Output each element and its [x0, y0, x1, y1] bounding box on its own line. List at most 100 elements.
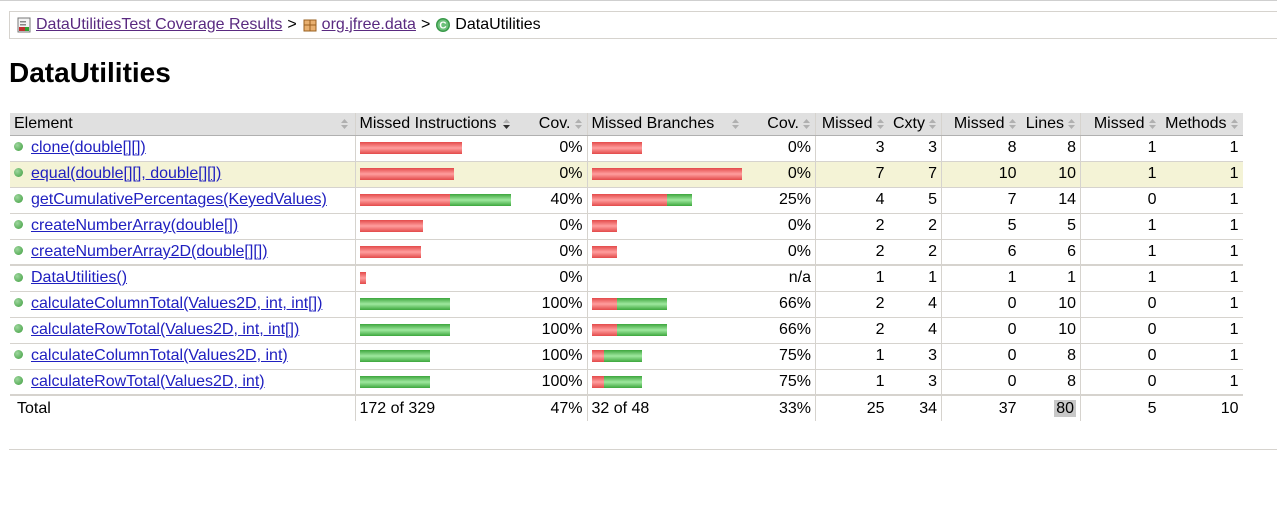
- lines: 14: [1020, 187, 1081, 214]
- instructions-coverage: 0%: [517, 265, 587, 292]
- missed-bar: [591, 298, 617, 310]
- missed-instructions-cell: [354, 291, 517, 318]
- missed-bar: [591, 194, 667, 206]
- header-missed-lines[interactable]: Missed: [941, 113, 1021, 136]
- complexity: 7: [888, 161, 942, 188]
- total-missed-lines: 37: [941, 394, 1021, 421]
- missed-branches-cell: [586, 369, 746, 396]
- instructions-coverage: 0%: [517, 135, 587, 162]
- branches-bar: [591, 245, 742, 258]
- method-link[interactable]: DataUtilities(): [31, 269, 127, 286]
- missed-complexity: 3: [815, 135, 889, 162]
- missed-complexity: 2: [815, 291, 889, 318]
- lines: 10: [1020, 291, 1081, 318]
- header-element[interactable]: Element: [10, 113, 355, 136]
- instructions-coverage: 0%: [517, 239, 587, 266]
- lines: 10: [1020, 317, 1081, 344]
- missed-methods: 1: [1080, 239, 1161, 266]
- missed-instructions-cell: [354, 239, 517, 266]
- lines: 8: [1020, 343, 1081, 370]
- table-total-row: Total 172 of 329 47% 32 of 48 33% 25 34 …: [10, 394, 1243, 421]
- total-instructions: 172 of 329: [354, 394, 517, 421]
- breadcrumb-report-link[interactable]: DataUtilitiesTest Coverage Results: [36, 16, 282, 34]
- top-divider: [0, 0, 1277, 1]
- header-cxty[interactable]: Cxty: [888, 113, 942, 136]
- branches-bar: [591, 350, 742, 362]
- report-icon: [17, 17, 31, 33]
- method-link[interactable]: calculateRowTotal(Values2D, int, int[]): [31, 321, 299, 338]
- method-dot-icon: [14, 298, 23, 308]
- missed-branches-cell: [586, 135, 746, 162]
- sort-icon: [1148, 118, 1156, 129]
- total-branches: 32 of 48: [586, 394, 746, 421]
- instructions-coverage: 0%: [517, 161, 587, 188]
- table-header-row: Element Missed Instructions Cov. Missed …: [10, 113, 1243, 136]
- branches-bar: [591, 142, 742, 154]
- instructions-bar: [359, 168, 514, 180]
- missed-methods: 1: [1080, 135, 1161, 162]
- methods: 1: [1160, 265, 1243, 292]
- method-dot-icon: [14, 220, 23, 230]
- sort-icon: [1008, 118, 1016, 129]
- sort-icon: [731, 119, 739, 129]
- missed-branches-cell: [586, 291, 746, 318]
- header-instr-cov[interactable]: Cov.: [517, 113, 587, 136]
- header-missed-branches[interactable]: Missed Branches: [586, 113, 746, 136]
- lines: 6: [1020, 239, 1081, 266]
- complexity: 4: [888, 317, 942, 344]
- missed-branches-cell: [586, 343, 746, 370]
- element-cell: getCumulativePercentages(KeyedValues): [10, 187, 355, 214]
- header-branch-cov[interactable]: Cov.: [745, 113, 816, 136]
- missed-lines: 10: [941, 161, 1021, 188]
- method-link[interactable]: clone(double[][]): [31, 139, 146, 156]
- method-link[interactable]: calculateRowTotal(Values2D, int): [31, 373, 265, 390]
- method-link[interactable]: calculateColumnTotal(Values2D, int, int[…: [31, 295, 322, 312]
- missed-instructions-cell: [354, 265, 517, 292]
- table-row: clone(double[][]) 0% 0% 3 3 8 8 1 1: [10, 135, 1243, 162]
- header-missed-instructions[interactable]: Missed Instructions: [354, 113, 517, 136]
- covered-bar: [616, 298, 667, 310]
- element-cell: equal(double[][], double[][]): [10, 161, 355, 188]
- missed-branches-cell: [586, 161, 746, 188]
- instructions-bar: [359, 272, 514, 285]
- breadcrumb-separator: >: [420, 16, 431, 33]
- methods: 1: [1160, 161, 1243, 188]
- covered-bar: [603, 350, 642, 362]
- instructions-bar: [359, 350, 514, 362]
- sort-icon: [803, 118, 810, 129]
- total-instr-cov: 47%: [517, 394, 587, 421]
- instructions-bar: [359, 194, 514, 206]
- missed-lines: 0: [941, 369, 1021, 396]
- total-missed-cxty: 25: [815, 394, 889, 421]
- table-row: createNumberArray(double[]) 0% 0% 2 2 5 5 1 1: [10, 213, 1243, 240]
- total-lines: 80: [1020, 394, 1081, 421]
- sort-down-icon: [503, 119, 510, 129]
- missed-methods: 1: [1080, 265, 1161, 292]
- covered-bar: [359, 350, 430, 362]
- missed-bar: [359, 220, 423, 232]
- complexity: 3: [888, 369, 942, 396]
- branches-coverage: 75%: [745, 343, 816, 370]
- covered-bar: [449, 194, 511, 206]
- breadcrumb-package[interactable]: org.jfree.data: [302, 16, 416, 34]
- breadcrumb-package-link[interactable]: org.jfree.data: [322, 16, 416, 34]
- method-link[interactable]: getCumulativePercentages(KeyedValues): [31, 191, 327, 208]
- method-link[interactable]: createNumberArray(double[]): [31, 217, 238, 234]
- header-missed-cxty[interactable]: Missed: [815, 113, 889, 136]
- branches-coverage: 0%: [745, 135, 816, 162]
- breadcrumb-report[interactable]: DataUtilitiesTest Coverage Results: [16, 16, 282, 34]
- header-lines[interactable]: Lines: [1020, 113, 1081, 136]
- header-methods[interactable]: Methods: [1160, 113, 1243, 136]
- method-dot-icon: [14, 142, 23, 152]
- method-link[interactable]: calculateColumnTotal(Values2D, int): [31, 347, 288, 364]
- header-missed-methods[interactable]: Missed: [1080, 113, 1161, 136]
- missed-bar: [591, 245, 617, 258]
- methods: 1: [1160, 343, 1243, 370]
- method-link[interactable]: equal(double[][], double[][]): [31, 165, 221, 182]
- missed-methods: 0: [1080, 369, 1161, 396]
- sort-icon: [876, 118, 884, 129]
- method-link[interactable]: createNumberArray2D(double[][]): [31, 243, 268, 260]
- missed-bar: [359, 272, 366, 285]
- missed-complexity: 7: [815, 161, 889, 188]
- complexity: 1: [888, 265, 942, 292]
